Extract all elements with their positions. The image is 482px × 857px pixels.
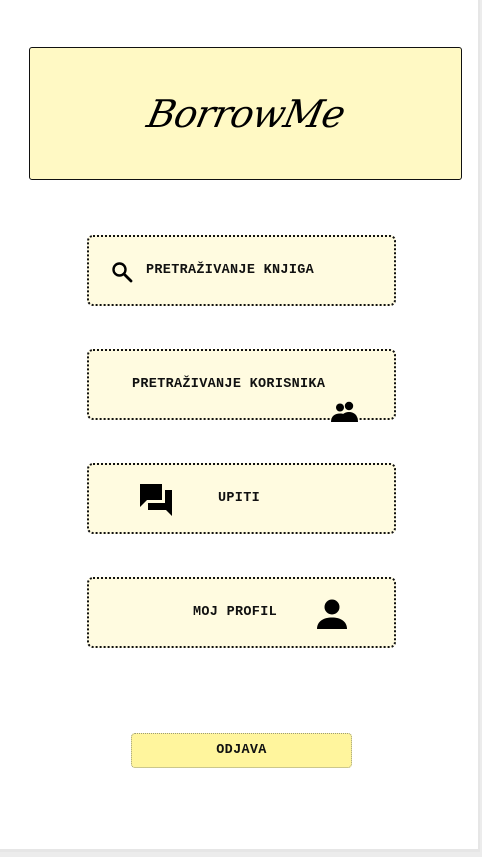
queries-button[interactable]: UPITI [87,463,396,534]
chat-icon [140,484,172,516]
my-profile-button[interactable]: MOJ PROFIL [87,577,396,648]
app-header: BorrowMe [29,47,462,180]
search-users-label: PRETRAŽIVANJE KORISNIKA [132,377,326,392]
app-logo: BorrowMe [142,91,349,136]
search-books-label: PRETRAŽIVANJE KNJIGA [146,263,315,278]
person-icon [317,599,347,629]
logout-button[interactable]: ODJAVA [131,733,352,768]
search-books-button[interactable]: PRETRAŽIVANJE KNJIGA [87,235,396,306]
search-icon [112,262,133,283]
my-profile-label: MOJ PROFIL [193,605,278,620]
page: BorrowMe PRETRAŽIVANJE KNJIGA PRETRAŽIVA… [0,0,480,852]
search-users-button[interactable]: PRETRAŽIVANJE KORISNIKA [87,349,396,422]
queries-label: UPITI [218,491,261,506]
people-icon [331,401,358,422]
